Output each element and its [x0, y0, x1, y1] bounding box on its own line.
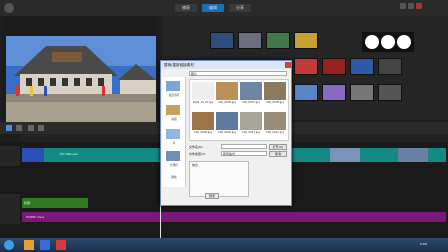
filetype-select[interactable]: 所有格式 [221, 151, 267, 156]
file-item[interactable] [192, 112, 214, 130]
desktop-icon[interactable] [166, 105, 180, 115]
audio-clip[interactable]: DVRBC.mpa [22, 212, 446, 222]
ie-icon[interactable] [40, 240, 50, 250]
library-thumb[interactable] [266, 32, 290, 49]
info-label: 信息 [192, 163, 199, 167]
open-button[interactable]: 打开(O) [269, 144, 287, 150]
video-track-header[interactable] [0, 146, 20, 166]
title-clip[interactable]: 标题 [22, 198, 88, 208]
library-thumb[interactable] [294, 58, 318, 75]
storyboard-view-icon[interactable] [6, 125, 12, 131]
file-thumb-1 [192, 82, 214, 100]
file-item[interactable] [240, 82, 262, 100]
sidebar-recent[interactable]: 最近访问 [162, 93, 186, 97]
audio-clip-label: DVRBC.mpa [26, 215, 45, 219]
library-thumb[interactable] [322, 58, 346, 75]
video-clip[interactable]: DV DBa.aas [22, 148, 160, 162]
close-button[interactable] [416, 3, 422, 9]
dialog-sidebar: 最近访问 桌面 库 计算机 网络 [162, 77, 186, 187]
library-thumb[interactable] [322, 84, 346, 101]
app-icon[interactable] [56, 240, 66, 250]
file-name: 100_0012.jpg [266, 131, 284, 134]
redo-icon[interactable] [38, 125, 44, 131]
sidebar-desktop[interactable]: 桌面 [162, 117, 186, 121]
windows-taskbar: 0:00 [0, 238, 448, 252]
timeline-view-icon[interactable] [16, 125, 22, 131]
computer-icon[interactable] [166, 151, 180, 161]
explorer-icon[interactable] [24, 240, 34, 250]
file-name: 100_0006.jpg [218, 101, 236, 104]
favorites-icon[interactable] [166, 81, 180, 91]
info-box: 信息 [189, 161, 249, 197]
sidebar-computer[interactable]: 计算机 [162, 163, 186, 167]
video-clip-2[interactable] [292, 148, 446, 162]
preview-button[interactable]: 预览 [205, 193, 219, 199]
open-file-dialog: 替换/重新链接素材 照片 最近访问 桌面 库 计算机 网络 2020_10_22… [160, 60, 292, 206]
file-item[interactable] [192, 82, 214, 100]
library-thumb[interactable] [294, 32, 318, 49]
start-button[interactable] [4, 240, 14, 250]
sidebar-library[interactable]: 库 [162, 141, 186, 145]
filetype-label: 文件类型(T): [189, 152, 207, 156]
file-item[interactable] [216, 112, 238, 130]
file-name: 100_0009.jpg [194, 131, 212, 134]
title-clip-label: 标题 [24, 201, 31, 205]
library-icon[interactable] [166, 129, 180, 139]
library-thumb[interactable] [210, 32, 234, 49]
sidebar-network[interactable]: 网络 [162, 175, 186, 179]
file-name: 100_0008.jpg [266, 101, 284, 104]
filename-label: 文件名(N): [189, 145, 204, 149]
preview-image [6, 36, 156, 122]
tab-share[interactable]: 分享 [229, 4, 251, 12]
app-logo-icon [4, 3, 14, 13]
file-item[interactable] [240, 112, 262, 130]
tab-edit[interactable]: 编辑 [202, 4, 224, 12]
library-thumb[interactable] [350, 58, 374, 75]
preview-panel: 00:00:00:00 [2, 16, 158, 132]
cancel-button[interactable]: 取消 [269, 151, 287, 157]
maximize-button[interactable] [408, 3, 414, 9]
library-thumb[interactable] [350, 84, 374, 101]
brand-logo [362, 32, 414, 52]
corel-logo-icon [365, 35, 411, 49]
clock: 0:00 [420, 242, 427, 246]
minimize-button[interactable] [400, 3, 406, 9]
app-topbar: 捕获 编辑 分享 [0, 0, 448, 16]
audio-track-header[interactable] [0, 210, 20, 224]
video-clip-label: DV DBa.aas [60, 152, 78, 156]
library-thumb[interactable] [378, 58, 402, 75]
file-name: 100_0011.jpg [242, 131, 260, 134]
file-item[interactable] [264, 112, 286, 130]
file-item[interactable] [216, 82, 238, 100]
file-item[interactable] [264, 82, 286, 100]
tab-capture[interactable]: 捕获 [175, 4, 197, 12]
library-thumb[interactable] [294, 84, 318, 101]
path-bar[interactable]: 照片 [189, 71, 287, 76]
library-thumb[interactable] [238, 32, 262, 49]
preview-scene-svg [6, 36, 156, 122]
file-name: 100_0007.jpg [242, 101, 260, 104]
file-name: 2020_10_22.jpg [192, 101, 214, 104]
filename-input[interactable] [221, 144, 267, 149]
library-thumb[interactable] [378, 84, 402, 101]
undo-icon[interactable] [28, 125, 34, 131]
dialog-title: 替换/重新链接素材 [161, 61, 291, 69]
file-name: 100_0010.jpg [218, 131, 236, 134]
file-grid: 2020_10_22.jpg 100_0006.jpg 100_0007.jpg… [189, 79, 289, 141]
dialog-close-icon[interactable] [285, 62, 291, 68]
